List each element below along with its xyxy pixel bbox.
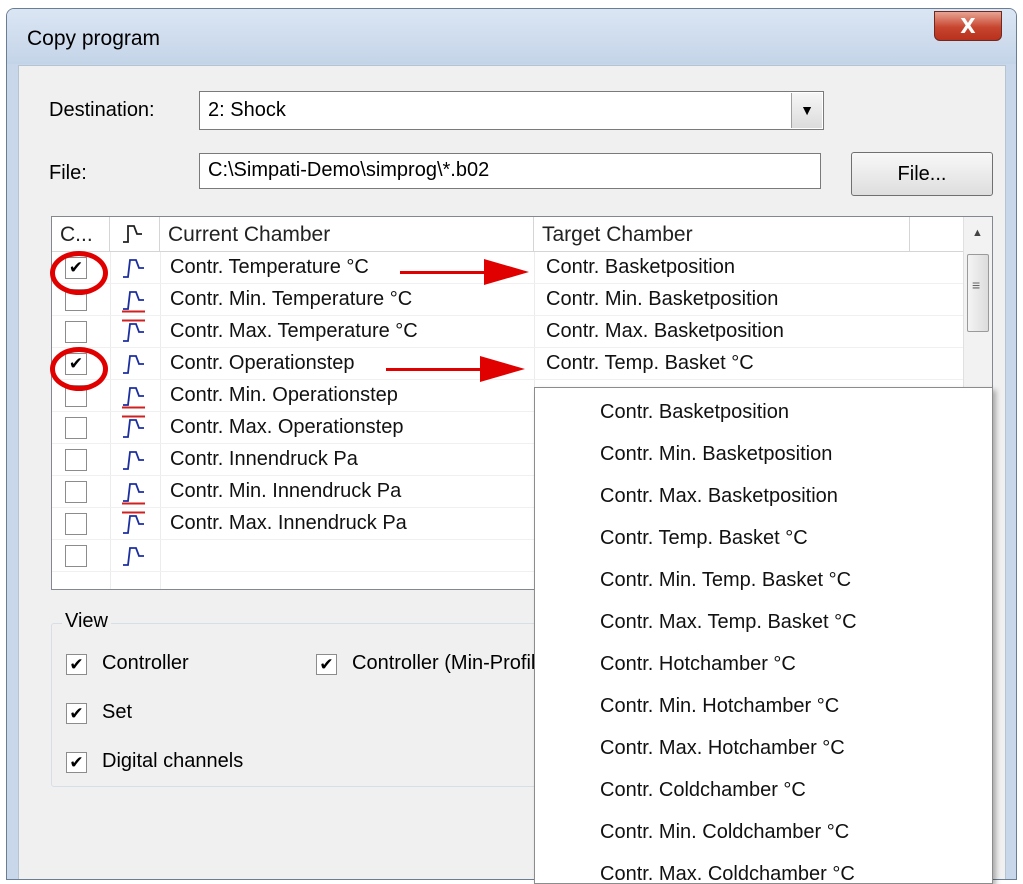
destination-label: Destination: — [49, 99, 155, 121]
target-chamber-cell[interactable]: Contr. Basketposition — [546, 256, 735, 279]
dropdown-option[interactable]: Contr. Basketposition — [600, 401, 789, 424]
dropdown-option[interactable]: Contr. Min. Hotchamber °C — [600, 695, 839, 718]
dropdown-option[interactable]: Contr. Max. Coldchamber °C — [600, 863, 855, 883]
profile-step-icon — [122, 387, 145, 409]
checkbox[interactable]: ✔ — [66, 654, 87, 675]
highlight-circle — [50, 347, 108, 391]
view-group-title: View — [62, 610, 111, 633]
profile-step-icon — [122, 483, 145, 505]
profile-step-icon — [122, 415, 145, 438]
option-label: Controller (Min-Profile — [352, 652, 547, 674]
current-chamber-cell: Contr. Innendruck Pa — [170, 448, 358, 470]
row-checkbox[interactable] — [65, 545, 87, 567]
current-chamber-cell: Contr. Max. Operationstep — [170, 416, 404, 438]
dropdown-arrow-icon[interactable]: ▼ — [791, 93, 822, 128]
dropdown-option[interactable]: Contr. Min. Coldchamber °C — [600, 821, 849, 844]
scrollbar-thumb[interactable]: ≡ — [967, 254, 989, 332]
checkbox[interactable]: ✔ — [66, 752, 87, 773]
profile-step-icon — [122, 511, 145, 534]
table-row[interactable]: Contr. Min. Temperature °C Contr. Min. Ba… — [52, 284, 964, 316]
header-filler — [910, 217, 964, 252]
checkbox[interactable]: ✔ — [66, 703, 87, 724]
current-chamber-cell: Contr. Operationstep — [170, 352, 355, 374]
row-checkbox[interactable] — [65, 321, 87, 343]
header-profile-icon[interactable] — [110, 217, 160, 252]
option-label: Controller — [102, 652, 189, 674]
header-current-chamber[interactable]: Current Chamber — [160, 217, 534, 252]
close-button[interactable]: X — [934, 11, 1002, 41]
current-chamber-cell: Contr. Temperature °C — [170, 256, 369, 278]
highlight-circle — [50, 251, 108, 295]
dropdown-option[interactable]: Contr. Max. Hotchamber °C — [600, 737, 845, 760]
profile-step-icon — [123, 355, 144, 374]
target-chamber-dropdown-list: Contr. Basketposition Contr. Min. Basketp… — [534, 387, 993, 884]
profile-step-icon — [123, 451, 144, 470]
row-checkbox[interactable] — [65, 417, 87, 439]
row-checkbox[interactable] — [65, 513, 87, 535]
row-checkbox[interactable] — [65, 449, 87, 471]
header-target-chamber[interactable]: Target Chamber — [534, 217, 910, 252]
dropdown-option[interactable]: Contr. Coldchamber °C — [600, 779, 806, 802]
profile-step-icon — [122, 291, 145, 313]
file-path-field[interactable]: C:\Simpati-Demo\simprog\*.b02 — [199, 153, 821, 189]
dropdown-option[interactable]: Contr. Min. Basketposition — [600, 443, 832, 466]
file-label: File: — [49, 162, 87, 184]
destination-value: 2: Shock — [208, 99, 286, 121]
profile-step-icon — [123, 225, 142, 243]
target-chamber-cell[interactable]: Contr. Temp. Basket °C — [546, 352, 754, 375]
current-chamber-cell: Contr. Max. Innendruck Pa — [170, 512, 407, 534]
profile-step-icon — [122, 319, 145, 342]
arrow-right-icon — [480, 356, 525, 382]
dropdown-option[interactable]: Contr. Temp. Basket °C — [600, 527, 808, 550]
checkbox[interactable]: ✔ — [316, 654, 337, 675]
row-checkbox[interactable] — [65, 481, 87, 503]
title-bar: Copy program X — [7, 9, 1016, 64]
profile-step-icon — [123, 259, 144, 278]
dropdown-option[interactable]: Contr. Min. Temp. Basket °C — [600, 569, 851, 592]
target-chamber-cell[interactable]: Contr. Min. Basketposition — [546, 288, 778, 311]
current-chamber-cell: Contr. Min. Temperature °C — [170, 288, 413, 310]
target-chamber-cell[interactable]: Contr. Max. Basketposition — [546, 320, 784, 343]
option-label: Digital channels — [102, 750, 244, 772]
dropdown-option[interactable]: Contr. Hotchamber °C — [600, 653, 796, 676]
table-row[interactable]: Contr. Max. Temperature °C Contr. Max. Ba… — [52, 316, 964, 348]
current-chamber-cell: Contr. Min. Innendruck Pa — [170, 480, 402, 502]
header-check[interactable]: C... — [52, 217, 110, 252]
option-label: Set — [102, 701, 133, 723]
file-browse-button[interactable]: File... — [851, 152, 993, 196]
destination-combobox[interactable]: 2: Shock ▼ — [199, 91, 824, 130]
profile-step-icon — [123, 547, 144, 566]
current-chamber-cell: Contr. Min. Operationstep — [170, 384, 398, 406]
dropdown-option[interactable]: Contr. Max. Temp. Basket °C — [600, 611, 857, 634]
annotation-arrow-line — [400, 271, 490, 274]
scroll-grip-icon: ≡ — [972, 277, 981, 293]
current-chamber-cell: Contr. Max. Temperature °C — [170, 320, 418, 342]
dropdown-option[interactable]: Contr. Max. Basketposition — [600, 485, 838, 508]
view-group: View ✔ Controller ✔ Controller (Min-Prof… — [51, 610, 551, 787]
window-title: Copy program — [27, 27, 161, 50]
scroll-up-icon[interactable]: ▲ — [972, 227, 983, 239]
arrow-right-icon — [484, 259, 529, 285]
annotation-arrow-line — [386, 368, 486, 371]
